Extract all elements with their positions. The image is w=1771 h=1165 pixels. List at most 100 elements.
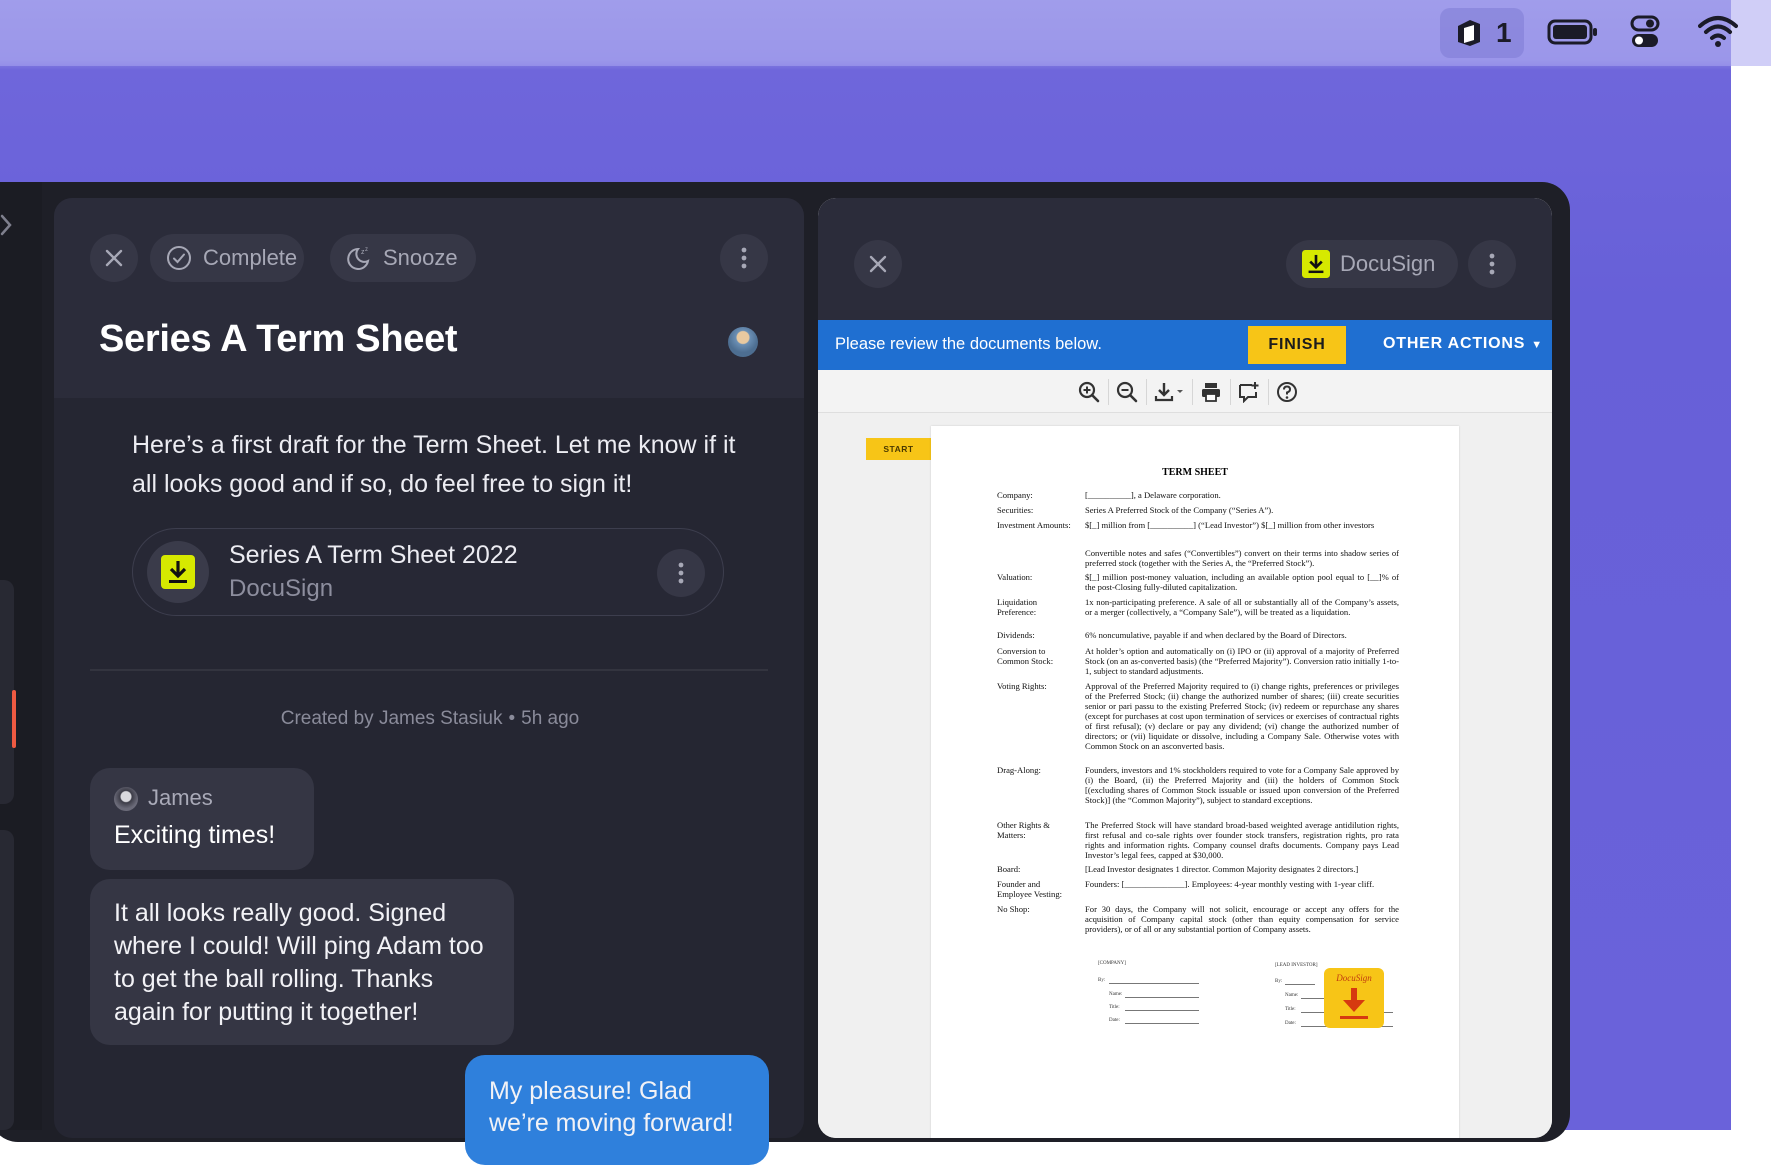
term-label: Securities: [997, 505, 1034, 515]
toolbar-separator [1108, 379, 1109, 405]
zoom-in-icon[interactable] [1078, 381, 1100, 403]
document-title: TERM SHEET [1162, 467, 1228, 478]
term-value: [__________], a Delaware corporation. [1085, 490, 1221, 500]
sidebar-nub [0, 830, 14, 1130]
term-label: Other Rights & Matters: [997, 820, 1050, 840]
close-icon [869, 255, 887, 273]
docusign-icon [1302, 250, 1330, 278]
document-page: TERM SHEET Company: [__________], a Delaw… [931, 426, 1459, 1138]
document-toolbar [818, 370, 1552, 413]
assignee-avatar[interactable] [728, 327, 758, 357]
signature-line [1285, 984, 1315, 985]
docusign-panel: DocuSign Please review the documents bel… [818, 198, 1552, 1138]
term-value: Convertible notes and safes (“Convertibl… [1085, 548, 1399, 568]
signature-field-label: Title: [1285, 1007, 1296, 1012]
docusign-icon [147, 541, 209, 603]
close-button[interactable] [90, 234, 138, 282]
term-value: $[_] million post-money valuation, inclu… [1085, 572, 1399, 592]
signature-line [1125, 1010, 1199, 1011]
term-label: Founder and Employee Vesting: [997, 879, 1063, 899]
attachment-card[interactable]: Series A Term Sheet 2022 DocuSign [132, 528, 724, 616]
term-value: At holder’s option and automatically on … [1085, 646, 1399, 676]
term-label: Board: [997, 864, 1021, 874]
arrow-down-icon [1340, 988, 1368, 1019]
signature-field-label: Title: [1109, 1005, 1120, 1010]
created-meta: Created by James Stasiuk • 5h ago [280, 708, 580, 729]
term-value: 6% noncumulative, payable if and when de… [1085, 630, 1347, 640]
attachment-source: DocuSign [229, 575, 334, 602]
close-button[interactable] [854, 240, 902, 288]
task-header [54, 198, 804, 398]
control-center-icon[interactable] [1630, 14, 1660, 50]
term-value: For 30 days, the Company will not solici… [1085, 904, 1399, 934]
term-label: Investment Amounts: [997, 520, 1071, 530]
signature-field-label: Date: [1109, 1018, 1120, 1023]
wifi-icon[interactable] [1698, 14, 1738, 48]
term-label: Company: [997, 490, 1033, 500]
avatar [114, 787, 138, 811]
more-options-button[interactable] [720, 234, 768, 282]
attachment-title: Series A Term Sheet 2022 [229, 541, 518, 569]
start-tag[interactable]: START [866, 438, 931, 460]
other-actions-dropdown[interactable]: OTHER ACTIONS ▼ [1383, 335, 1543, 353]
menu-bar: 1 [0, 0, 1771, 66]
chevron-right-icon[interactable] [0, 212, 14, 245]
more-vertical-icon [678, 562, 684, 584]
term-label: Drag-Along: [997, 765, 1041, 775]
term-value: The Preferred Stock will have standard b… [1085, 820, 1399, 860]
message-text: Exciting times! [114, 821, 276, 849]
toolbar-separator [1192, 379, 1193, 405]
term-label: Voting Rights: [997, 681, 1047, 691]
toolbar-separator [1146, 379, 1147, 405]
docusign-app-button[interactable]: DocuSign [1286, 240, 1458, 288]
toolbar-separator [1268, 379, 1269, 405]
snooze-button[interactable]: zz Snooze [330, 234, 476, 282]
task-message: Here’s a first draft for the Term Sheet.… [132, 431, 736, 498]
close-icon [105, 249, 123, 267]
term-value: [Lead Investor designates 1 director. Co… [1085, 864, 1359, 874]
signature-field-label: Name: [1109, 992, 1123, 997]
zoom-out-icon[interactable] [1116, 381, 1138, 403]
signature-field-label: Name: [1285, 993, 1299, 998]
snooze-label: Snooze [383, 245, 458, 270]
document-viewer[interactable]: START TERM SHEET Company: [__________], a… [818, 413, 1552, 1138]
complete-button[interactable]: Complete [150, 234, 304, 282]
app-icon [1458, 20, 1480, 46]
term-label: Dividends: [997, 630, 1035, 640]
term-label: Conversion to Common Stock: [997, 646, 1054, 666]
docusign-label: DocuSign [1340, 251, 1436, 276]
other-actions-label: OTHER ACTIONS [1383, 335, 1526, 352]
more-vertical-icon [741, 247, 747, 269]
created-time: 5h ago [521, 708, 580, 729]
download-icon[interactable] [1154, 381, 1186, 403]
svg-text:z: z [365, 247, 368, 253]
finish-button[interactable]: FINISH [1248, 326, 1346, 364]
attachment-more-button[interactable] [657, 549, 705, 597]
help-icon[interactable] [1276, 381, 1298, 403]
message-author: James [148, 785, 213, 810]
term-value: Founders: [______________]. Employees: 4… [1085, 879, 1375, 889]
signature-field-label: Date: [1285, 1021, 1296, 1026]
more-vertical-icon [1489, 253, 1495, 275]
more-options-button[interactable] [1468, 240, 1516, 288]
signature-line [1125, 1023, 1199, 1024]
chat-message: James Exciting times! [90, 768, 314, 870]
screen-edge [1731, 0, 1771, 1130]
signature-field-label: By: [1275, 979, 1283, 984]
snooze-moon-icon: zz [347, 247, 370, 270]
docusign-action-bar: Please review the documents below. FINIS… [818, 320, 1552, 370]
term-label: Valuation: [997, 572, 1033, 582]
docusign-sign-here-tag[interactable]: DocuSign [1324, 968, 1384, 1028]
signature-company-heading: [COMPANY] [1098, 961, 1126, 966]
signature-investor-heading: [LEAD INVESTOR] [1275, 963, 1318, 968]
chat-message-own: My pleasure! Glad we’re moving forward! [465, 1055, 769, 1165]
workspace-indicator[interactable]: 1 [1440, 8, 1524, 58]
term-label: No Shop: [997, 904, 1030, 914]
signature-line [1125, 997, 1199, 998]
print-icon[interactable] [1200, 381, 1222, 403]
term-label: Liquidation Preference: [997, 597, 1038, 617]
toolbar-separator [1230, 379, 1231, 405]
divider [90, 669, 768, 671]
add-comment-icon[interactable] [1238, 381, 1260, 403]
review-instructions: Please review the documents below. [835, 335, 1102, 353]
